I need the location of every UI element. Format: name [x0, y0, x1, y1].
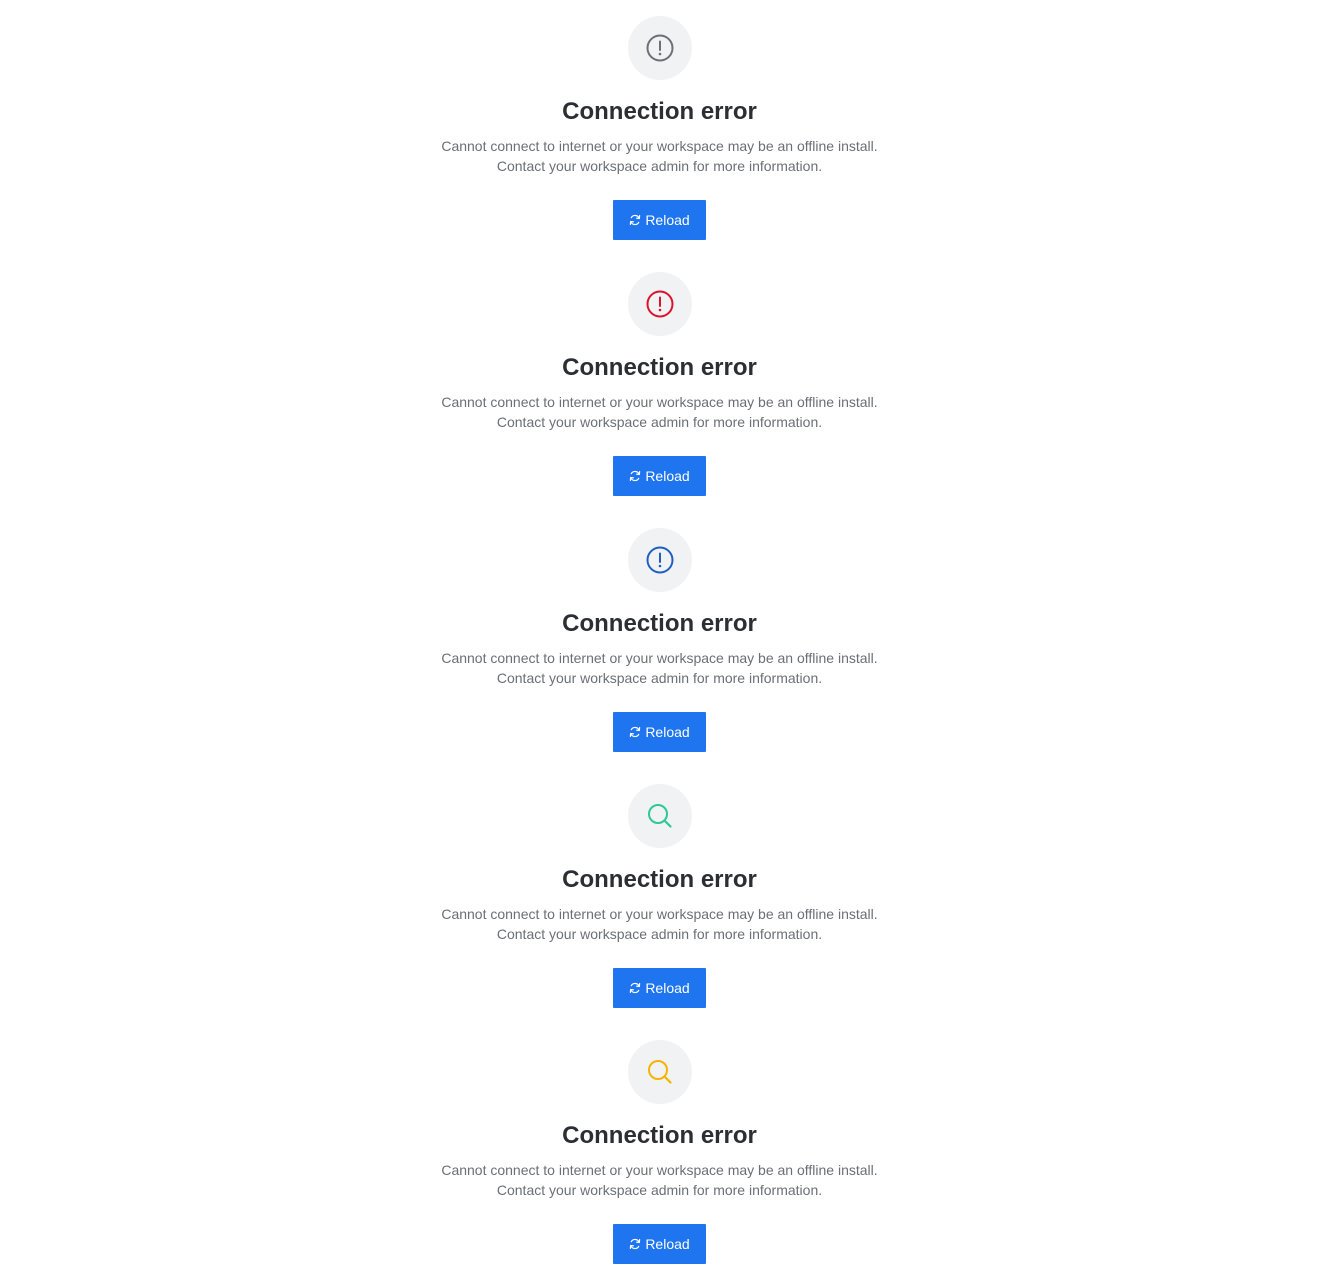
search-icon	[628, 1040, 692, 1104]
reload-button[interactable]: Reload	[613, 200, 706, 240]
error-description: Cannot connect to internet or your works…	[0, 1160, 1319, 1200]
error-description-line-2: Contact your workspace admin for more in…	[496, 414, 823, 430]
error-description-line-1: Cannot connect to internet or your works…	[441, 394, 878, 410]
error-title: Connection error	[562, 98, 757, 125]
error-description-line-1: Cannot connect to internet or your works…	[441, 650, 878, 666]
error-description: Cannot connect to internet or your works…	[0, 392, 1319, 432]
reload-button[interactable]: Reload	[613, 712, 706, 752]
error-title: Connection error	[562, 354, 757, 381]
reload-button-label: Reload	[645, 980, 690, 996]
reload-button-label: Reload	[645, 212, 690, 228]
connection-error-state: Connection error Cannot connect to inter…	[0, 256, 1319, 512]
connection-error-state: Connection error Cannot connect to inter…	[0, 512, 1319, 768]
reload-button-label: Reload	[645, 724, 690, 740]
connection-error-state: Connection error Cannot connect to inter…	[0, 1024, 1319, 1280]
error-description-line-2: Contact your workspace admin for more in…	[496, 670, 823, 686]
error-title: Connection error	[562, 1122, 757, 1149]
exclamation-circle-icon	[628, 16, 692, 80]
exclamation-circle-icon	[628, 272, 692, 336]
connection-error-state: Connection error Cannot connect to inter…	[0, 0, 1319, 256]
error-title: Connection error	[562, 610, 757, 637]
error-description-line-1: Cannot connect to internet or your works…	[441, 1162, 878, 1178]
search-icon	[628, 784, 692, 848]
refresh-icon	[630, 214, 641, 226]
error-description-line-2: Contact your workspace admin for more in…	[496, 1182, 823, 1198]
reload-button[interactable]: Reload	[613, 968, 706, 1008]
connection-error-state: Connection error Cannot connect to inter…	[0, 768, 1319, 1024]
error-description-line-2: Contact your workspace admin for more in…	[496, 926, 823, 942]
error-description: Cannot connect to internet or your works…	[0, 136, 1319, 176]
reload-button-label: Reload	[645, 468, 690, 484]
refresh-icon	[630, 1238, 641, 1250]
error-states-stack: Connection error Cannot connect to inter…	[0, 0, 1319, 1280]
reload-button[interactable]: Reload	[613, 1224, 706, 1264]
error-description-line-2: Contact your workspace admin for more in…	[496, 158, 823, 174]
error-description-line-1: Cannot connect to internet or your works…	[441, 138, 878, 154]
refresh-icon	[630, 726, 641, 738]
error-description: Cannot connect to internet or your works…	[0, 648, 1319, 688]
exclamation-circle-icon	[628, 528, 692, 592]
error-description-line-1: Cannot connect to internet or your works…	[441, 906, 878, 922]
reload-button-label: Reload	[645, 1236, 690, 1252]
refresh-icon	[630, 470, 641, 482]
reload-button[interactable]: Reload	[613, 456, 706, 496]
error-title: Connection error	[562, 866, 757, 893]
error-description: Cannot connect to internet or your works…	[0, 904, 1319, 944]
refresh-icon	[630, 982, 641, 994]
